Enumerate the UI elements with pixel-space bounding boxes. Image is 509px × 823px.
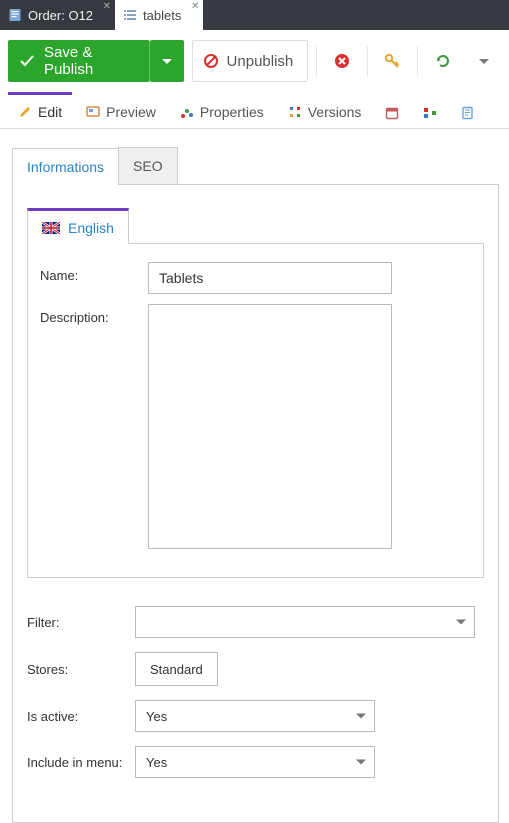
chevron-down-icon xyxy=(456,620,466,625)
tab-dependencies[interactable] xyxy=(413,94,447,128)
content-area: Informations SEO English Name: Descripti… xyxy=(0,129,509,823)
unpublish-button[interactable]: Unpublish xyxy=(192,40,309,82)
chevron-down-icon xyxy=(356,760,366,765)
tab-label: Preview xyxy=(106,104,156,120)
language-tabs: English xyxy=(27,207,484,244)
versions-icon xyxy=(288,105,302,119)
tab-preview[interactable]: Preview xyxy=(76,92,166,128)
chevron-down-icon xyxy=(356,714,366,719)
tab-informations[interactable]: Informations xyxy=(12,148,119,185)
tab-notes[interactable] xyxy=(451,94,485,128)
is-active-label: Is active: xyxy=(27,709,135,724)
close-icon[interactable]: ✕ xyxy=(103,2,111,12)
toolbar-more-dropdown[interactable] xyxy=(468,40,501,82)
informations-panel: English Name: Description: Filter: xyxy=(12,185,499,823)
tab-edit[interactable]: Edit xyxy=(8,92,72,128)
doc-tab-order[interactable]: Order: O12 ✕ xyxy=(0,0,115,30)
description-label: Description: xyxy=(40,304,148,549)
chevron-down-icon xyxy=(162,59,172,64)
lang-tab-label: English xyxy=(68,220,114,236)
tab-label: Versions xyxy=(308,104,362,120)
notes-icon xyxy=(461,106,475,120)
document-icon xyxy=(8,8,22,22)
include-menu-value: Yes xyxy=(146,755,167,770)
check-icon xyxy=(18,52,36,70)
properties-icon xyxy=(180,105,194,119)
refresh-button[interactable] xyxy=(426,40,459,82)
name-label: Name: xyxy=(40,262,148,294)
doc-tab-label: tablets xyxy=(143,8,181,23)
calendar-icon xyxy=(385,106,399,120)
separator xyxy=(316,46,317,76)
tab-schedule[interactable] xyxy=(375,94,409,128)
tab-seo[interactable]: SEO xyxy=(118,147,178,184)
tab-label: Edit xyxy=(38,104,62,120)
lower-fields: Filter: Stores: Standard Is active: Yes xyxy=(27,606,484,778)
dependencies-icon xyxy=(423,106,437,120)
filter-label: Filter: xyxy=(27,615,135,630)
save-publish-button[interactable]: Save & Publish xyxy=(8,40,150,82)
save-publish-group: Save & Publish xyxy=(8,40,184,82)
view-tabs: Edit Preview Properties Versions xyxy=(0,92,509,129)
chevron-down-icon xyxy=(479,59,489,64)
list-icon xyxy=(123,8,137,22)
include-menu-label: Include in menu: xyxy=(27,755,135,770)
preview-icon xyxy=(86,105,100,119)
close-icon[interactable]: ✕ xyxy=(191,2,199,12)
is-active-value: Yes xyxy=(146,709,167,724)
flag-uk-icon xyxy=(42,222,60,234)
doc-tab-label: Order: O12 xyxy=(28,8,93,23)
filter-select[interactable] xyxy=(135,606,475,638)
separator xyxy=(417,46,418,76)
toolbar: Save & Publish Unpublish xyxy=(0,30,509,92)
inner-tabs: Informations SEO xyxy=(12,147,499,185)
stores-value: Standard xyxy=(150,662,203,677)
name-input[interactable] xyxy=(148,262,392,294)
save-publish-label: Save & Publish xyxy=(44,44,135,78)
description-input[interactable] xyxy=(148,304,392,549)
stores-tag[interactable]: Standard xyxy=(135,652,218,686)
tab-label: Properties xyxy=(200,104,264,120)
save-publish-dropdown[interactable] xyxy=(150,40,183,82)
block-icon xyxy=(203,53,219,69)
document-tabs: Order: O12 ✕ tablets ✕ xyxy=(0,0,509,30)
tab-label: Informations xyxy=(27,159,104,175)
delete-button[interactable] xyxy=(325,40,358,82)
stores-label: Stores: xyxy=(27,662,135,677)
pencil-icon xyxy=(18,105,32,119)
include-menu-select[interactable]: Yes xyxy=(135,746,375,778)
doc-tab-tablets[interactable]: tablets ✕ xyxy=(115,0,203,30)
tab-properties[interactable]: Properties xyxy=(170,92,274,128)
separator xyxy=(367,46,368,76)
tab-label: SEO xyxy=(133,158,163,174)
tab-versions[interactable]: Versions xyxy=(278,92,372,128)
key-button[interactable] xyxy=(376,40,409,82)
is-active-select[interactable]: Yes xyxy=(135,700,375,732)
lang-tab-english[interactable]: English xyxy=(27,208,129,244)
language-panel: Name: Description: xyxy=(27,244,484,578)
unpublish-label: Unpublish xyxy=(227,53,294,70)
